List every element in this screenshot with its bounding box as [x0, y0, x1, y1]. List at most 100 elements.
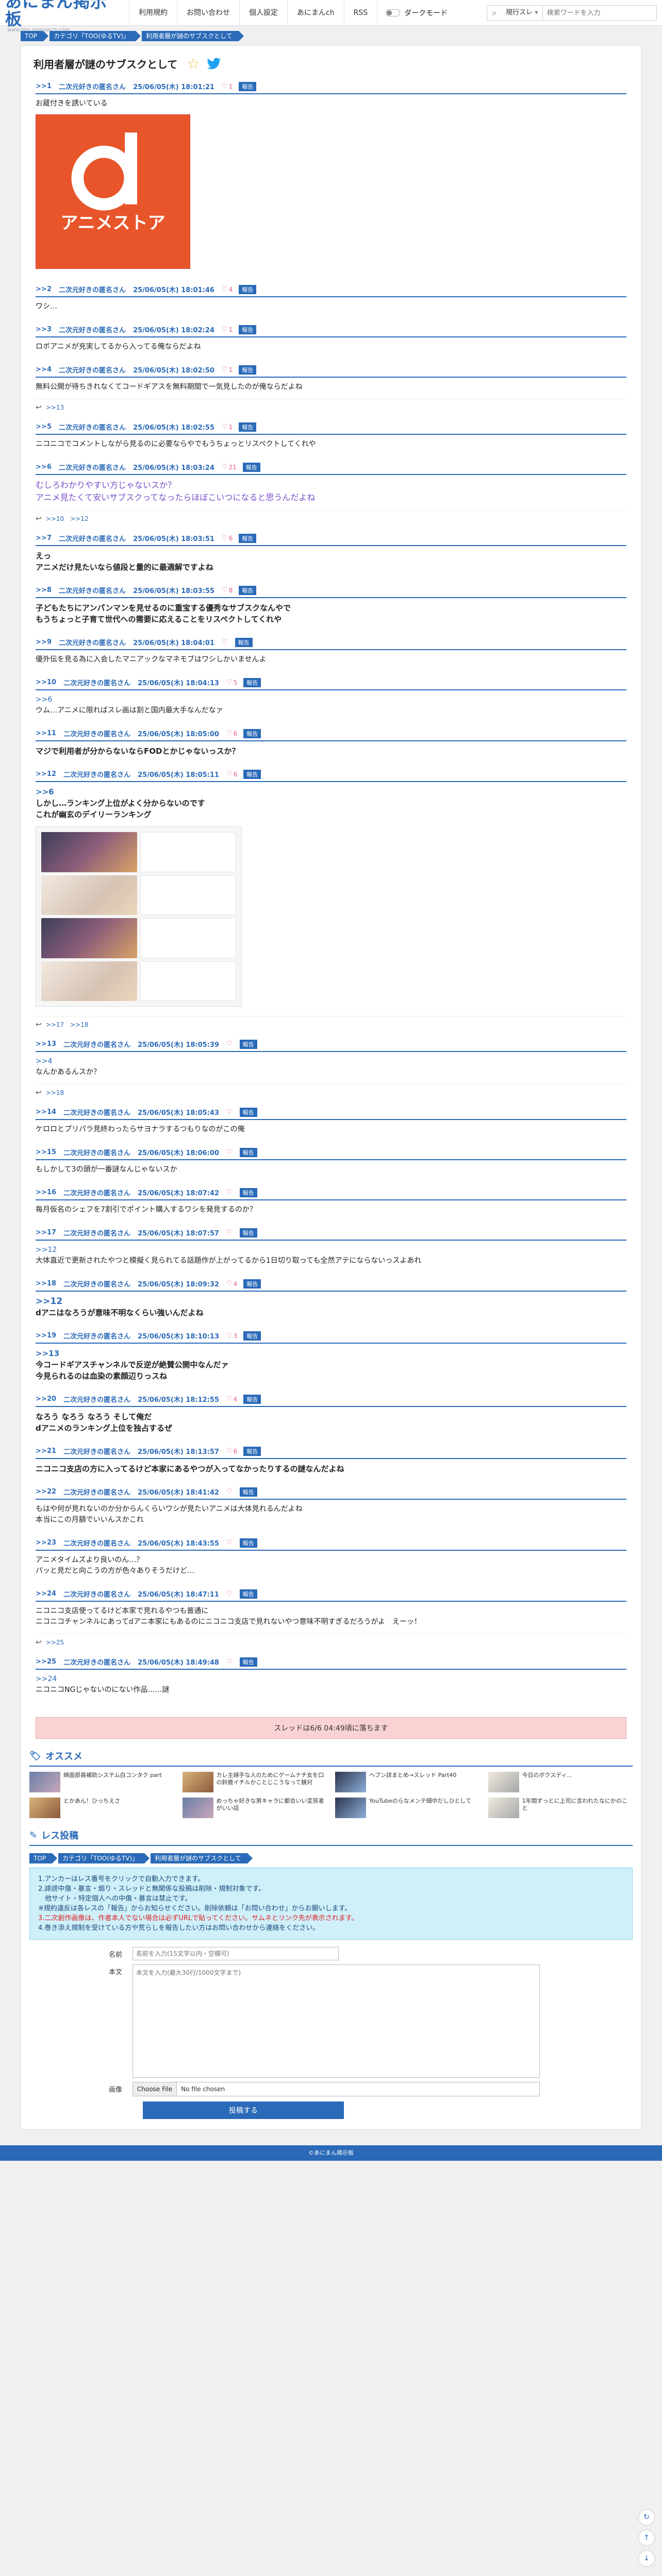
- post-number[interactable]: 11: [47, 730, 56, 737]
- post-number[interactable]: 22: [47, 1488, 56, 1496]
- breadcrumb-category[interactable]: カテゴリ「TOO(ゆるTV)」: [49, 31, 141, 41]
- recommend-item[interactable]: めっちゃ好きな男キャラに都合いい変質者がいい話: [182, 1798, 327, 1818]
- post-number[interactable]: 19: [47, 1332, 56, 1340]
- scroll-bottom-icon[interactable]: ↓: [638, 2550, 655, 2567]
- reply-anchor[interactable]: >>6: [36, 694, 626, 705]
- nav-terms[interactable]: 利用規約: [129, 0, 177, 26]
- reply-anchor[interactable]: >>12: [36, 1245, 626, 1256]
- post-number[interactable]: 21: [47, 1447, 56, 1455]
- body-textarea[interactable]: [133, 1964, 540, 2078]
- heart-icon[interactable]: ♡: [222, 638, 228, 646]
- heart-icon[interactable]: ♡: [226, 1447, 233, 1455]
- recommend-item[interactable]: 今日のボクスディ...: [488, 1772, 633, 1792]
- recommend-item[interactable]: 1年間ずっとに上司に言われたなにかのこと: [488, 1798, 633, 1818]
- post-number[interactable]: 20: [47, 1395, 56, 1403]
- report-button[interactable]: 報告: [239, 422, 257, 432]
- reply-link[interactable]: >>10: [46, 515, 64, 522]
- scroll-top-icon[interactable]: ↑: [638, 2530, 655, 2546]
- heart-icon[interactable]: ♡: [226, 1229, 233, 1236]
- report-button[interactable]: 報告: [243, 677, 261, 687]
- report-button[interactable]: 報告: [243, 1394, 261, 1404]
- post-number[interactable]: 5: [47, 423, 52, 431]
- post-number[interactable]: 13: [47, 1040, 56, 1048]
- reply-anchor[interactable]: >>24: [36, 1674, 626, 1685]
- dark-mode-toggle[interactable]: ダークモード: [377, 0, 456, 26]
- heart-icon[interactable]: ♡: [226, 1658, 233, 1666]
- nav-settings[interactable]: 個人設定: [239, 0, 287, 26]
- nav-animanch[interactable]: あにまんch: [287, 0, 344, 26]
- post-number[interactable]: 24: [47, 1590, 56, 1598]
- thread-thumbnail[interactable]: アニメストア: [36, 114, 190, 269]
- post-number[interactable]: 12: [47, 770, 56, 778]
- heart-icon[interactable]: ♡: [226, 770, 233, 778]
- report-button[interactable]: 報告: [239, 1188, 257, 1197]
- report-button[interactable]: 報告: [243, 769, 261, 779]
- post-number[interactable]: 18: [47, 1280, 56, 1287]
- post-number[interactable]: 3: [47, 326, 52, 333]
- report-button[interactable]: 報告: [239, 1147, 257, 1157]
- report-button[interactable]: 報告: [239, 1487, 257, 1497]
- site-logo[interactable]: あにまん掲示板 www.bbs.animanch.com: [5, 0, 108, 32]
- heart-icon[interactable]: ♡: [226, 1148, 233, 1156]
- heart-icon[interactable]: ♡: [222, 285, 228, 293]
- report-button[interactable]: 報告: [239, 533, 257, 543]
- report-button[interactable]: 報告: [239, 1039, 257, 1049]
- report-button[interactable]: 報告: [239, 585, 257, 595]
- heart-icon[interactable]: ♡: [226, 679, 233, 686]
- breadcrumb-top[interactable]: TOP: [21, 31, 49, 41]
- post-number[interactable]: 17: [47, 1229, 56, 1236]
- heart-icon[interactable]: ♡: [226, 1395, 233, 1403]
- post-number[interactable]: 9: [47, 638, 52, 646]
- heart-icon[interactable]: ♡: [226, 1040, 233, 1048]
- report-button[interactable]: 報告: [242, 462, 260, 472]
- favorite-star-icon[interactable]: ☆: [187, 55, 200, 72]
- twitter-bird-icon[interactable]: [206, 57, 222, 70]
- refresh-icon[interactable]: ↻: [638, 2509, 655, 2526]
- report-button[interactable]: 報告: [243, 1279, 261, 1289]
- heart-icon[interactable]: ♡: [222, 534, 228, 542]
- report-button[interactable]: 報告: [243, 1331, 261, 1341]
- nav-rss[interactable]: RSS: [343, 0, 377, 26]
- reply-anchor[interactable]: >>6: [36, 786, 626, 798]
- post-number[interactable]: 2: [47, 285, 52, 293]
- post-number[interactable]: 14: [47, 1108, 56, 1116]
- report-button[interactable]: 報告: [243, 1446, 261, 1456]
- report-button[interactable]: 報告: [239, 1538, 257, 1548]
- file-picker[interactable]: Choose File No file chosen: [133, 2082, 540, 2096]
- reply-anchor[interactable]: >>4: [36, 1056, 626, 1067]
- post-number[interactable]: 15: [47, 1148, 56, 1156]
- post-number[interactable]: 16: [47, 1189, 56, 1196]
- heart-icon[interactable]: ♡: [226, 1590, 233, 1598]
- recommend-item[interactable]: ヘブン詳まとめ→スレッド Part40: [335, 1772, 480, 1792]
- reply-link[interactable]: >>18: [46, 1089, 64, 1096]
- submit-button[interactable]: 投稿する: [143, 2102, 344, 2119]
- name-field[interactable]: [133, 1947, 339, 1960]
- report-button[interactable]: 報告: [239, 1228, 257, 1238]
- report-button[interactable]: 報告: [239, 1589, 257, 1599]
- search-scope-select[interactable]: 現行スレ: [502, 6, 543, 20]
- reply-anchor[interactable]: >>12: [36, 1296, 626, 1307]
- post-number[interactable]: 6: [47, 463, 52, 471]
- post-number[interactable]: 25: [47, 1658, 56, 1666]
- heart-icon[interactable]: ♡: [222, 423, 228, 431]
- report-button[interactable]: 報告: [243, 728, 261, 738]
- recommend-item[interactable]: カレ主婦手な人のためにゲームナチ女を口の鈴鹿イチルかことじこうなって鏡対: [182, 1772, 327, 1792]
- report-button[interactable]: 報告: [239, 81, 257, 91]
- nav-contact[interactable]: お問い合わせ: [177, 0, 239, 26]
- post-number[interactable]: 23: [47, 1539, 56, 1547]
- reply-link[interactable]: >>12: [70, 515, 88, 522]
- post-number[interactable]: 7: [47, 534, 52, 542]
- report-button[interactable]: 報告: [239, 1107, 257, 1117]
- toggle-switch[interactable]: [386, 9, 401, 16]
- reply-link[interactable]: >>13: [46, 404, 64, 411]
- recommend-item[interactable]: YouTubeのらなメンテ細中だしひとして: [335, 1798, 480, 1818]
- reply-link[interactable]: >>17: [46, 1021, 64, 1028]
- choose-file-button[interactable]: Choose File: [133, 2082, 177, 2096]
- report-button[interactable]: 報告: [239, 284, 257, 294]
- breadcrumb-category[interactable]: カテゴリ「TOO(ゆるTV)」: [58, 1853, 150, 1863]
- report-button[interactable]: 報告: [239, 325, 257, 334]
- heart-icon[interactable]: ♡: [226, 730, 233, 737]
- report-button[interactable]: 報告: [235, 637, 253, 647]
- search-input[interactable]: [542, 6, 656, 20]
- post-number[interactable]: 4: [47, 366, 52, 374]
